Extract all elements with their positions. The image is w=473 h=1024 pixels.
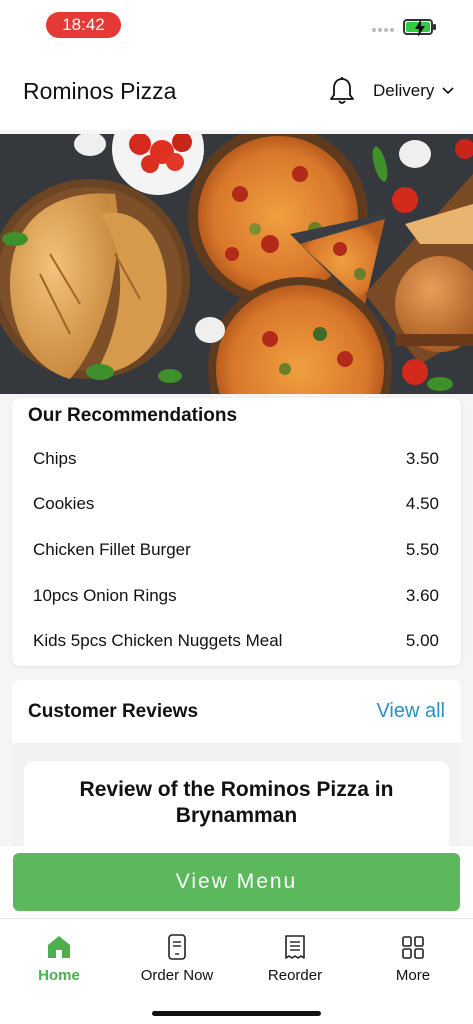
- item-name: Kids 5pcs Chicken Nuggets Meal: [33, 631, 283, 651]
- tab-label: Home: [38, 967, 80, 984]
- tab-home[interactable]: Home: [9, 933, 109, 984]
- tab-bar: Home Order Now Reorder More: [0, 918, 473, 1024]
- item-price: 5.00: [405, 631, 439, 651]
- item-price: 3.50: [405, 448, 439, 468]
- reviews-card: Customer Reviews View all Review of the …: [12, 680, 461, 860]
- grid-icon: [402, 936, 424, 959]
- view-all-link[interactable]: View all: [376, 700, 445, 723]
- reviews-body: Review of the Rominos Pizza in Brynamman: [12, 743, 461, 860]
- page-title: Rominos Pizza: [23, 78, 177, 104]
- list-item[interactable]: Chips 3.50: [12, 436, 461, 482]
- item-price: 5.50: [405, 539, 439, 559]
- reviews-header: Customer Reviews View all: [12, 680, 461, 743]
- delivery-select[interactable]: Delivery: [373, 81, 454, 101]
- item-name: Chips: [33, 448, 77, 468]
- receipt-icon: [285, 935, 305, 959]
- view-menu-button[interactable]: View Menu: [13, 853, 460, 911]
- recommendations-title: Our Recommendations: [28, 405, 238, 426]
- item-price: 4.50: [405, 494, 439, 514]
- home-indicator: [152, 1011, 321, 1016]
- item-price: 3.60: [405, 585, 439, 605]
- recommendations-card: Our Recommendations Chips 3.50 Cookies 4…: [12, 398, 461, 666]
- recommendations-list: Chips 3.50 Cookies 4.50 Chicken Fillet B…: [12, 436, 461, 664]
- reviews-title: Customer Reviews: [28, 700, 199, 722]
- tab-order-now[interactable]: Order Now: [127, 933, 227, 984]
- chevron-down-icon: [442, 87, 454, 95]
- cta-container: View Menu: [0, 846, 473, 918]
- battery-icon: [403, 19, 436, 37]
- list-item[interactable]: Cookies 4.50: [12, 482, 461, 528]
- review-card-title: Review of the Rominos Pizza in Brynamman: [79, 778, 394, 827]
- order-icon: [168, 934, 186, 960]
- status-time: 18:42: [46, 12, 121, 38]
- tab-label: Order Now: [140, 967, 214, 984]
- list-item[interactable]: 10pcs Onion Rings 3.60: [12, 573, 461, 619]
- item-name: Cookies: [33, 494, 95, 514]
- item-name: Chicken Fillet Burger: [33, 539, 191, 559]
- tab-reorder[interactable]: Reorder: [245, 933, 345, 984]
- home-icon: [48, 936, 70, 958]
- list-item[interactable]: Kids 5pcs Chicken Nuggets Meal 5.00: [12, 618, 461, 664]
- list-item[interactable]: Chicken Fillet Burger 5.50: [12, 527, 461, 573]
- tab-label: Reorder: [267, 967, 323, 984]
- tab-label: More: [395, 967, 431, 984]
- status-bar: 18:42: [0, 0, 473, 50]
- item-name: 10pcs Onion Rings: [33, 585, 177, 605]
- delivery-label: Delivery: [373, 81, 435, 100]
- tab-more[interactable]: More: [363, 933, 463, 984]
- bell-icon[interactable]: [329, 77, 355, 105]
- hero-food-image: [0, 134, 473, 394]
- app-header: Rominos Pizza Delivery: [0, 50, 473, 130]
- signal-icon: [372, 28, 396, 34]
